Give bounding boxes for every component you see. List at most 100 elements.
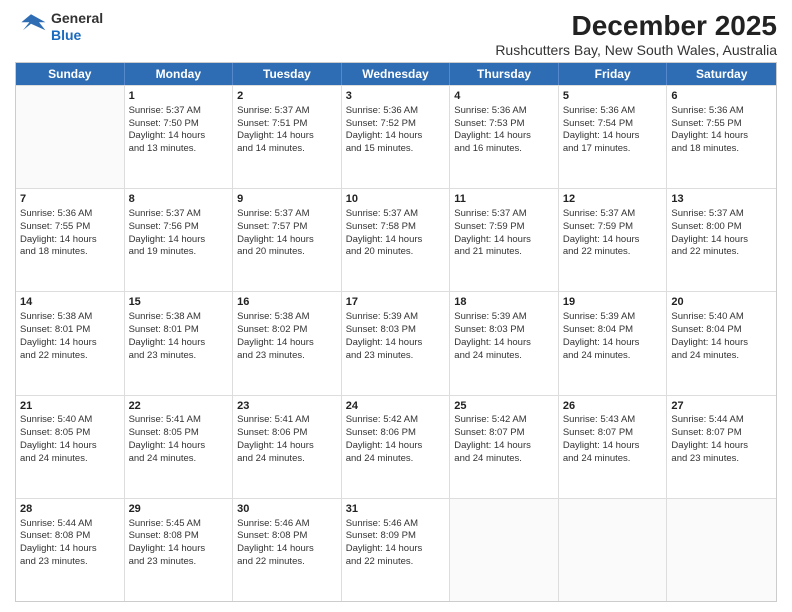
- day-info-line: Daylight: 14 hours: [454, 130, 554, 143]
- day-info-line: Daylight: 14 hours: [129, 337, 229, 350]
- day-info-line: and 24 minutes.: [346, 453, 446, 466]
- day-info-line: Sunset: 7:52 PM: [346, 118, 446, 131]
- day-info-line: and 23 minutes.: [237, 350, 337, 363]
- day-info-line: Daylight: 14 hours: [563, 234, 663, 247]
- subtitle: Rushcutters Bay, New South Wales, Austra…: [495, 42, 777, 58]
- day-info-line: Sunset: 8:07 PM: [563, 427, 663, 440]
- day-info-line: Daylight: 14 hours: [346, 543, 446, 556]
- day-number: 31: [346, 502, 446, 517]
- day-info-line: Sunset: 8:09 PM: [346, 530, 446, 543]
- calendar-body: 1Sunrise: 5:37 AMSunset: 7:50 PMDaylight…: [16, 85, 776, 601]
- day-number: 5: [563, 89, 663, 104]
- calendar-cell: 30Sunrise: 5:46 AMSunset: 8:08 PMDayligh…: [233, 499, 342, 601]
- logo-text: General Blue: [51, 10, 103, 44]
- day-info-line: Sunset: 7:57 PM: [237, 221, 337, 234]
- day-info-line: Daylight: 14 hours: [129, 543, 229, 556]
- day-number: 22: [129, 399, 229, 414]
- day-info-line: Sunrise: 5:37 AM: [563, 208, 663, 221]
- day-info-line: Sunrise: 5:38 AM: [20, 311, 120, 324]
- day-info-line: and 24 minutes.: [20, 453, 120, 466]
- day-info-line: and 23 minutes.: [129, 350, 229, 363]
- day-info-line: Daylight: 14 hours: [20, 440, 120, 453]
- day-info-line: Daylight: 14 hours: [20, 234, 120, 247]
- day-info-line: Sunset: 8:03 PM: [346, 324, 446, 337]
- day-info-line: Sunrise: 5:40 AM: [20, 414, 120, 427]
- day-number: 2: [237, 89, 337, 104]
- day-info-line: and 22 minutes.: [671, 246, 772, 259]
- header-day-thursday: Thursday: [450, 63, 559, 85]
- day-info-line: Daylight: 14 hours: [563, 440, 663, 453]
- day-info-line: and 20 minutes.: [237, 246, 337, 259]
- calendar-header: SundayMondayTuesdayWednesdayThursdayFrid…: [16, 63, 776, 85]
- day-info-line: Sunset: 8:06 PM: [237, 427, 337, 440]
- day-info-line: Sunrise: 5:37 AM: [129, 208, 229, 221]
- calendar-cell: 13Sunrise: 5:37 AMSunset: 8:00 PMDayligh…: [667, 189, 776, 291]
- day-info-line: Sunrise: 5:45 AM: [129, 518, 229, 531]
- header: General Blue December 2025 Rushcutters B…: [15, 10, 777, 58]
- calendar-cell: 12Sunrise: 5:37 AMSunset: 7:59 PMDayligh…: [559, 189, 668, 291]
- day-info-line: Daylight: 14 hours: [129, 130, 229, 143]
- day-info-line: Sunrise: 5:36 AM: [454, 105, 554, 118]
- day-info-line: Daylight: 14 hours: [671, 337, 772, 350]
- calendar: SundayMondayTuesdayWednesdayThursdayFrid…: [15, 62, 777, 602]
- day-info-line: Sunset: 8:08 PM: [237, 530, 337, 543]
- calendar-cell: 11Sunrise: 5:37 AMSunset: 7:59 PMDayligh…: [450, 189, 559, 291]
- day-info-line: and 21 minutes.: [454, 246, 554, 259]
- day-info-line: Sunset: 8:07 PM: [454, 427, 554, 440]
- day-info-line: Sunset: 8:05 PM: [129, 427, 229, 440]
- day-info-line: and 24 minutes.: [671, 350, 772, 363]
- day-info-line: Sunrise: 5:42 AM: [454, 414, 554, 427]
- header-day-sunday: Sunday: [16, 63, 125, 85]
- calendar-cell: 5Sunrise: 5:36 AMSunset: 7:54 PMDaylight…: [559, 86, 668, 188]
- day-info-line: Sunrise: 5:38 AM: [237, 311, 337, 324]
- calendar-cell: 14Sunrise: 5:38 AMSunset: 8:01 PMDayligh…: [16, 292, 125, 394]
- day-info-line: Daylight: 14 hours: [237, 130, 337, 143]
- day-number: 10: [346, 192, 446, 207]
- day-info-line: Sunrise: 5:43 AM: [563, 414, 663, 427]
- day-info-line: Sunrise: 5:39 AM: [346, 311, 446, 324]
- calendar-cell: 1Sunrise: 5:37 AMSunset: 7:50 PMDaylight…: [125, 86, 234, 188]
- day-info-line: and 24 minutes.: [237, 453, 337, 466]
- calendar-row-4: 21Sunrise: 5:40 AM Sunset: 8:05 PM Dayligh…: [16, 395, 776, 498]
- day-info-line: Sunrise: 5:46 AM: [346, 518, 446, 531]
- day-info-line: and 24 minutes.: [454, 350, 554, 363]
- day-info-line: Daylight: 14 hours: [563, 130, 663, 143]
- day-number: 15: [129, 295, 229, 310]
- day-number: 9: [237, 192, 337, 207]
- day-info-line: Sunrise: 5:37 AM: [237, 208, 337, 221]
- day-info-line: Daylight: 14 hours: [346, 234, 446, 247]
- title-block: December 2025 Rushcutters Bay, New South…: [495, 10, 777, 58]
- day-number: 11: [454, 192, 554, 207]
- day-info-line: Sunset: 7:58 PM: [346, 221, 446, 234]
- day-info-line: and 18 minutes.: [671, 143, 772, 156]
- calendar-cell: 4Sunrise: 5:36 AMSunset: 7:53 PMDaylight…: [450, 86, 559, 188]
- day-info-line: Sunrise: 5:37 AM: [671, 208, 772, 221]
- day-info-line: and 23 minutes.: [671, 453, 772, 466]
- day-info-line: Sunset: 7:51 PM: [237, 118, 337, 131]
- day-info-line: and 24 minutes.: [563, 453, 663, 466]
- day-info-line: Sunset: 8:06 PM: [346, 427, 446, 440]
- day-info-line: and 14 minutes.: [237, 143, 337, 156]
- day-info-line: Sunrise: 5:37 AM: [346, 208, 446, 221]
- day-info-line: Sunrise: 5:36 AM: [563, 105, 663, 118]
- calendar-cell: 29Sunrise: 5:45 AMSunset: 8:08 PMDayligh…: [125, 499, 234, 601]
- day-info-line: Sunrise: 5:40 AM: [671, 311, 772, 324]
- day-info-line: Daylight: 14 hours: [20, 337, 120, 350]
- day-info-line: Daylight: 14 hours: [454, 440, 554, 453]
- day-number: 21: [20, 399, 120, 414]
- day-info-line: Sunrise: 5:36 AM: [671, 105, 772, 118]
- day-number: 29: [129, 502, 229, 517]
- day-info-line: and 17 minutes.: [563, 143, 663, 156]
- day-info-line: Daylight: 14 hours: [671, 440, 772, 453]
- header-day-friday: Friday: [559, 63, 668, 85]
- day-info-line: Sunset: 8:03 PM: [454, 324, 554, 337]
- day-info-line: Daylight: 14 hours: [563, 337, 663, 350]
- day-info-line: Sunset: 7:59 PM: [563, 221, 663, 234]
- day-info-line: Sunrise: 5:46 AM: [237, 518, 337, 531]
- day-info-line: Sunrise: 5:41 AM: [129, 414, 229, 427]
- day-info-line: Daylight: 14 hours: [346, 337, 446, 350]
- logo-icon: [15, 11, 47, 43]
- calendar-cell: 27Sunrise: 5:44 AMSunset: 8:07 PMDayligh…: [667, 396, 776, 498]
- calendar-cell: 25Sunrise: 5:42 AMSunset: 8:07 PMDayligh…: [450, 396, 559, 498]
- day-info-line: Sunset: 8:01 PM: [129, 324, 229, 337]
